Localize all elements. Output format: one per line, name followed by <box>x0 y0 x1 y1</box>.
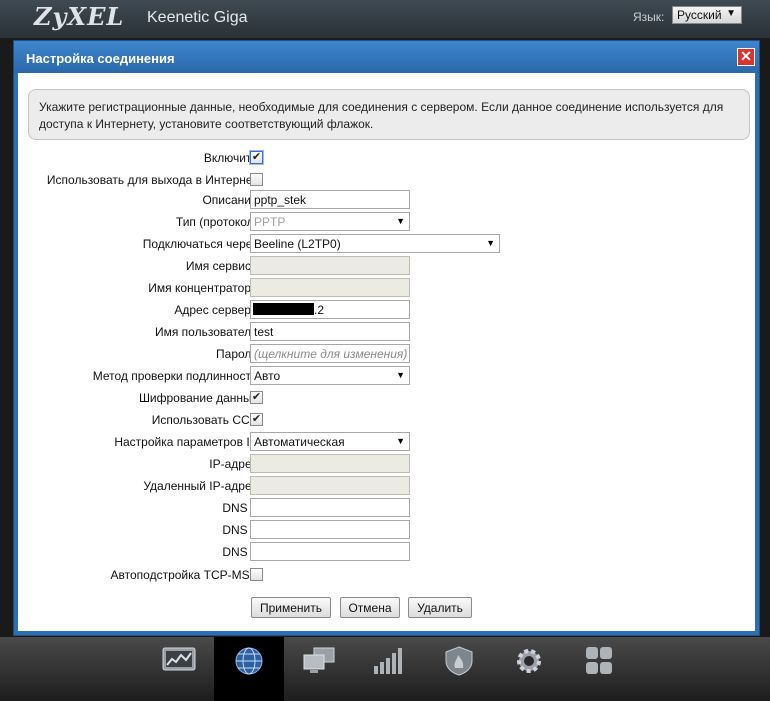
ip-settings-select[interactable]: Автоматическая ▼ <box>250 432 410 451</box>
type-value: PPTP <box>254 215 286 229</box>
brand-logo: ZyXEL <box>34 2 125 31</box>
top-header: ZyXEL Keenetic Giga Язык: Русский ▼ <box>0 0 770 38</box>
row-dns1: DNS 1: <box>18 498 755 517</box>
bottom-nav <box>0 637 770 701</box>
row-encryption: Шифрование данных: ✔ <box>18 388 755 407</box>
ip-address-input[interactable] <box>250 454 410 473</box>
tcp-mss-label: Автоподстройка TCP-MSS: <box>110 568 261 582</box>
ccp-label: Использовать CCP: <box>151 413 261 427</box>
enable-checkbox[interactable]: ✔ <box>250 151 263 164</box>
button-row: Применить Отмена Удалить <box>18 597 755 619</box>
row-connect-via: Подключаться через: Beeline (L2TP0) ▼ <box>18 234 755 253</box>
nav-security[interactable] <box>424 637 494 701</box>
dialog-body: Укажите регистрационные данные, необходи… <box>18 73 755 631</box>
row-service-name: Имя сервиса: <box>18 256 755 275</box>
language-label: Язык: <box>633 10 665 24</box>
auth-label: Метод проверки подлинности: <box>92 369 261 383</box>
connect-via-select[interactable]: Beeline (L2TP0) ▼ <box>250 234 500 253</box>
encryption-checkbox[interactable]: ✔ <box>250 391 263 404</box>
nav-applications[interactable] <box>564 637 634 701</box>
connection-settings-dialog: Настройка соединения ✕ Укажите регистрац… <box>13 40 760 636</box>
concentrator-label: Имя концентратора: <box>148 281 261 295</box>
row-concentrator: Имя концентратора: <box>18 278 755 297</box>
cancel-button[interactable]: Отмена <box>340 597 400 618</box>
row-tcp-mss: Автоподстройка TCP-MSS: <box>18 565 755 584</box>
row-ccp: Использовать CCP: ✔ <box>18 410 755 429</box>
close-button[interactable]: ✕ <box>737 48 755 66</box>
chevron-down-icon: ▼ <box>396 370 405 380</box>
row-ip-address: IP-адрес: <box>18 454 755 473</box>
chevron-down-icon: ▼ <box>726 8 736 19</box>
row-type: Тип (протокол): PPTP ▼ <box>18 212 755 231</box>
row-dns2: DNS 2: <box>18 520 755 539</box>
signal-bars-icon <box>374 648 402 674</box>
nav-wifi[interactable] <box>354 637 424 701</box>
type-label: Тип (протокол): <box>175 215 261 229</box>
server-input[interactable]: .2 <box>250 300 410 319</box>
concentrator-input[interactable] <box>250 278 410 297</box>
ip-settings-value: Автоматическая <box>254 435 345 449</box>
tcp-mss-checkbox[interactable] <box>250 568 263 581</box>
chevron-down-icon: ▼ <box>396 216 405 226</box>
internet-label: Использовать для выхода в Интернет: <box>46 173 261 187</box>
row-server: Адрес сервера: .2 <box>18 300 755 319</box>
ip-settings-label: Настройка параметров IP: <box>114 435 261 449</box>
row-dns3: DNS 3: <box>18 542 755 561</box>
network-computers-icon <box>303 647 335 673</box>
globe-icon <box>235 647 263 675</box>
shield-icon <box>445 646 473 676</box>
apply-button[interactable]: Применить <box>251 597 331 618</box>
remote-ip-label: Удаленный IP-адрес: <box>143 479 261 493</box>
dialog-titlebar: Настройка соединения ✕ <box>14 41 759 73</box>
service-name-input[interactable] <box>250 256 410 275</box>
row-remote-ip: Удаленный IP-адрес: <box>18 476 755 495</box>
password-input[interactable]: (щелкните для изменения) <box>250 344 410 363</box>
remote-ip-input[interactable] <box>250 476 410 495</box>
auth-select[interactable]: Авто ▼ <box>250 366 410 385</box>
nav-monitor[interactable] <box>144 637 214 701</box>
chevron-down-icon: ▼ <box>486 238 495 248</box>
apps-grid-icon <box>586 647 612 674</box>
ccp-checkbox[interactable]: ✔ <box>250 413 263 426</box>
info-notice: Укажите регистрационные данные, необходи… <box>28 89 750 140</box>
dns3-input[interactable] <box>250 542 410 561</box>
description-input[interactable]: pptp_stek <box>250 190 410 209</box>
nav-internet[interactable] <box>214 637 284 701</box>
row-description: Описание: pptp_stek <box>18 190 755 209</box>
gear-icon <box>517 649 541 673</box>
internet-checkbox[interactable] <box>250 173 263 186</box>
row-password: Пароль: (щелкните для изменения) <box>18 344 755 363</box>
row-username: Имя пользователя: test <box>18 322 755 341</box>
server-value: .2 <box>314 303 325 317</box>
connect-via-label: Подключаться через: <box>142 237 261 251</box>
redaction-bar <box>253 303 314 315</box>
type-select[interactable]: PPTP ▼ <box>250 212 410 231</box>
row-enable: Включить: ✔ <box>18 148 755 167</box>
dialog-title: Настройка соединения <box>26 51 175 66</box>
row-ip-settings: Настройка параметров IP: Автоматическая … <box>18 432 755 451</box>
dns2-input[interactable] <box>250 520 410 539</box>
language-value: Русский <box>677 8 722 22</box>
auth-value: Авто <box>254 369 281 383</box>
close-icon: ✕ <box>740 48 752 64</box>
row-auth: Метод проверки подлинности: Авто ▼ <box>18 366 755 385</box>
device-model: Keenetic Giga <box>147 9 248 26</box>
encryption-label: Шифрование данных: <box>138 391 261 405</box>
server-label: Адрес сервера: <box>174 303 261 317</box>
nav-system[interactable] <box>494 637 564 701</box>
delete-button[interactable]: Удалить <box>408 597 472 618</box>
monitor-chart-icon <box>162 647 196 671</box>
username-label: Имя пользователя: <box>154 325 261 339</box>
dns1-input[interactable] <box>250 498 410 517</box>
nav-home-network[interactable] <box>284 637 354 701</box>
language-select[interactable]: Русский ▼ <box>672 6 742 24</box>
chevron-down-icon: ▼ <box>396 436 405 446</box>
row-internet: Использовать для выхода в Интернет: <box>18 170 755 189</box>
username-input[interactable]: test <box>250 322 410 341</box>
connect-via-value: Beeline (L2TP0) <box>254 237 341 251</box>
